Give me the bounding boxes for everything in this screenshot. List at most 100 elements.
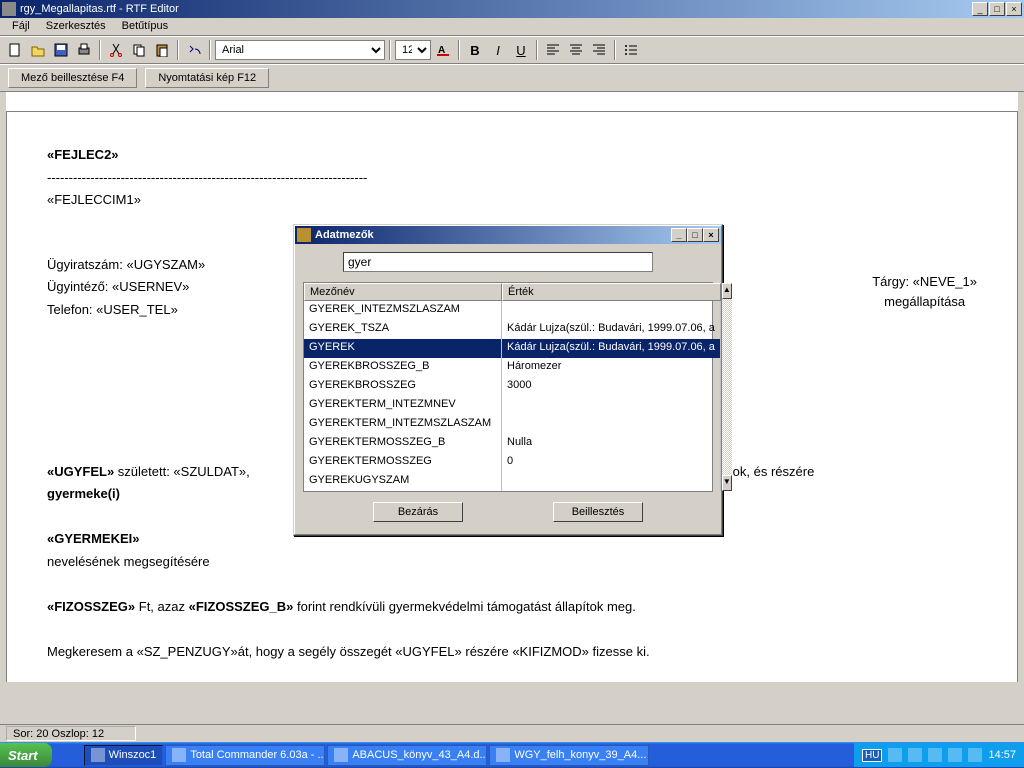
lang-indicator[interactable]: HU — [862, 749, 882, 762]
align-center-icon[interactable] — [565, 39, 587, 61]
color-icon[interactable]: A — [432, 39, 454, 61]
table-row[interactable]: GYEREKUGYSZAM — [304, 472, 721, 491]
menu-font[interactable]: Betűtípus — [114, 18, 176, 35]
font-select[interactable]: Arial — [215, 40, 385, 60]
bold-button[interactable]: B — [464, 39, 486, 61]
cell-name: GYEREKBROSSZEG_B — [304, 358, 502, 377]
tray-icon[interactable] — [888, 748, 902, 762]
dialog-title: Adatmezők — [315, 229, 671, 241]
dialog-adatmezok: Adatmezők _ □ × Mezőnév Érték GYEREK_INT… — [293, 224, 723, 536]
toolbar-secondary: Mező beillesztése F4 Nyomtatási kép F12 — [0, 64, 1024, 92]
table-row[interactable]: GYEREKKádár Lujza(szül.: Budavári, 1999.… — [304, 339, 721, 358]
cell-name: GYEREK_TSZA — [304, 320, 502, 339]
app-icon — [2, 2, 16, 16]
doc-targy-block: Tárgy: «NEVE_1» megállapítása — [872, 272, 977, 311]
task-label: ABACUS_könyv_43_A4.d... — [352, 749, 487, 761]
dialog-maximize-button[interactable]: □ — [687, 228, 703, 242]
table-row[interactable]: GYEREKTERM_INTEZMSZLASZAM — [304, 415, 721, 434]
cell-name: GYEREK — [304, 339, 502, 358]
col-header-value[interactable]: Érték — [502, 283, 721, 301]
minimize-button[interactable]: _ — [972, 2, 988, 16]
undo-icon[interactable] — [183, 39, 205, 61]
close-dialog-button[interactable]: Bezárás — [373, 502, 463, 522]
systray: HU 14:57 — [854, 743, 1024, 767]
italic-button[interactable]: I — [487, 39, 509, 61]
size-select[interactable]: 12 — [395, 40, 431, 60]
task-label: WGY_felh_konyv_39_A4... — [514, 749, 646, 761]
cell-value — [502, 396, 721, 415]
task-label: Total Commander 6.03a - ... — [190, 749, 325, 761]
cell-value — [502, 415, 721, 434]
doc-p2: «FIZOSSZEG» Ft, azaz «FIZOSSZEG_B» forin… — [47, 597, 977, 617]
doc-p3: Megkeresem a «SZ_PENZUGY»át, hogy a segé… — [47, 642, 977, 662]
bullets-icon[interactable] — [620, 39, 642, 61]
status-position: Sor: 20 Oszlop: 12 — [6, 726, 136, 741]
col-header-name[interactable]: Mezőnév — [304, 283, 502, 301]
print-preview-button[interactable]: Nyomtatási kép F12 — [145, 68, 269, 88]
cell-value: Nulla — [502, 434, 721, 453]
cell-value: Kádár Lujza(szül.: Budavári, 1999.07.06,… — [502, 320, 721, 339]
dialog-icon — [297, 228, 311, 242]
start-button[interactable]: Start — [0, 743, 52, 767]
table-row[interactable]: GYEREK_TSZAKádár Lujza(szül.: Budavári, … — [304, 320, 721, 339]
dialog-titlebar[interactable]: Adatmezők _ □ × — [295, 226, 721, 244]
new-icon[interactable] — [4, 39, 26, 61]
cut-icon[interactable] — [105, 39, 127, 61]
cell-name: GYEREKTERM_INTEZMSZLASZAM — [304, 415, 502, 434]
maximize-button[interactable]: □ — [989, 2, 1005, 16]
table-row[interactable]: GYEREKTERM_INTEZMNEV — [304, 396, 721, 415]
taskbar-item[interactable]: Total Commander 6.03a - ... — [165, 745, 325, 766]
tray-icon[interactable] — [968, 748, 982, 762]
dialog-close-button[interactable]: × — [703, 228, 719, 242]
window-title: rgy_Megallapitas.rtf - RTF Editor — [20, 3, 972, 15]
insert-field-button[interactable]: Mező beillesztése F4 — [8, 68, 137, 88]
table-row[interactable]: GYEREK_INTEZMSZLASZAM — [304, 301, 721, 320]
close-button[interactable]: × — [1006, 2, 1022, 16]
menu-edit[interactable]: Szerkesztés — [38, 18, 114, 35]
cell-name: GYEREKUGYSZAM — [304, 472, 502, 491]
print-icon[interactable] — [73, 39, 95, 61]
dialog-minimize-button[interactable]: _ — [671, 228, 687, 242]
clock[interactable]: 14:57 — [988, 749, 1016, 761]
task-label: Winszoc1 — [109, 749, 157, 761]
open-icon[interactable] — [27, 39, 49, 61]
cell-value: 3000 — [502, 377, 721, 396]
cell-value — [502, 301, 721, 320]
tray-icon[interactable] — [948, 748, 962, 762]
doc-megall: megállapítása — [884, 294, 965, 309]
save-icon[interactable] — [50, 39, 72, 61]
taskbar-item[interactable]: Winszoc1 — [84, 745, 164, 766]
paste-icon[interactable] — [151, 39, 173, 61]
task-icon — [91, 748, 105, 762]
statusbar: Sor: 20 Oszlop: 12 — [0, 724, 1024, 742]
task-icon — [172, 748, 186, 762]
task-icon — [496, 748, 510, 762]
cell-value: Háromezer — [502, 358, 721, 377]
copy-icon[interactable] — [128, 39, 150, 61]
table-row[interactable]: GYEREKTERMOSSZEG_BNulla — [304, 434, 721, 453]
doc-fejleccim1: «FEJLECCIM1» — [47, 190, 977, 210]
cell-name: GYEREKBROSSZEG — [304, 377, 502, 396]
cell-name: GYEREKTERMOSSZEG — [304, 453, 502, 472]
underline-button[interactable]: U — [510, 39, 532, 61]
cell-value — [502, 472, 721, 491]
table-row[interactable]: GYEREKBROSSZEG_BHáromezer — [304, 358, 721, 377]
taskbar-item[interactable]: WGY_felh_konyv_39_A4... — [489, 745, 649, 766]
scroll-up-icon[interactable]: ▲ — [722, 283, 732, 299]
align-left-icon[interactable] — [542, 39, 564, 61]
align-right-icon[interactable] — [588, 39, 610, 61]
toolbar: Arial 12 A B I U — [0, 36, 1024, 64]
doc-separator: ----------------------------------------… — [47, 168, 977, 188]
table-row[interactable]: GYEREKTERMOSSZEG0 — [304, 453, 721, 472]
menu-file[interactable]: Fájl — [4, 18, 38, 35]
table-row[interactable]: GYEREKBROSSZEG3000 — [304, 377, 721, 396]
insert-dialog-button[interactable]: Beillesztés — [553, 502, 643, 522]
taskbar-item[interactable]: ABACUS_könyv_43_A4.d... — [327, 745, 487, 766]
titlebar: rgy_Megallapitas.rtf - RTF Editor _ □ × — [0, 0, 1024, 18]
tray-icon[interactable] — [908, 748, 922, 762]
tray-icon[interactable] — [928, 748, 942, 762]
ruler[interactable] — [6, 92, 1018, 112]
scroll-down-icon[interactable]: ▼ — [722, 475, 732, 491]
grid-scrollbar[interactable]: ▲ ▼ — [721, 283, 732, 491]
search-input[interactable] — [343, 252, 653, 272]
